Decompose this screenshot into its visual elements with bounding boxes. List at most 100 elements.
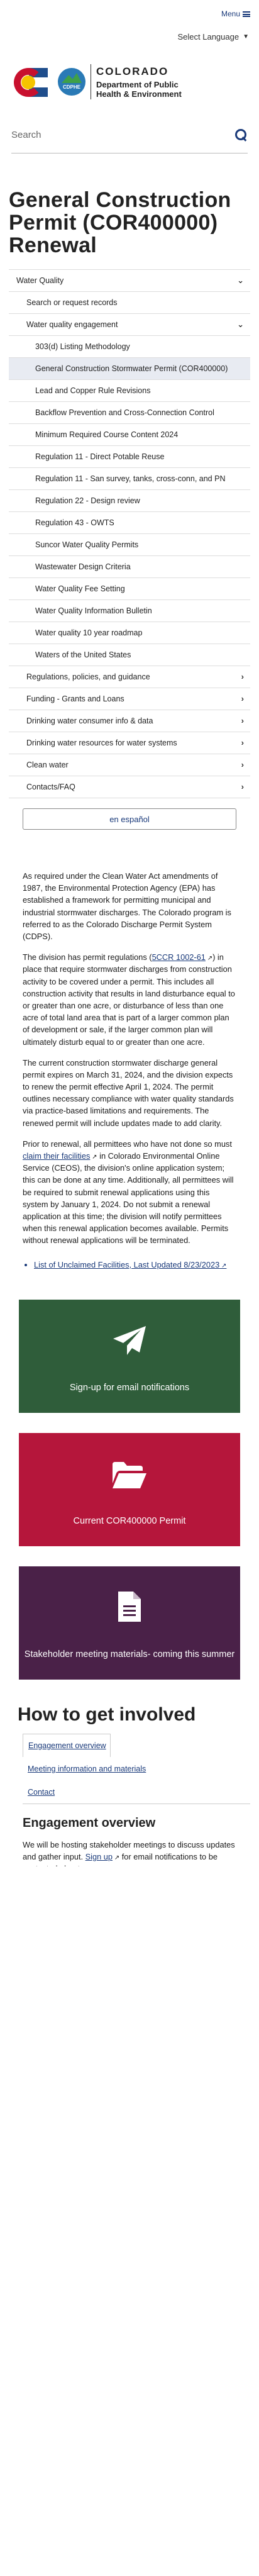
chevron-down-icon: ⌄ [237,319,244,329]
nav-item[interactable]: Contacts/FAQ › [9,776,250,799]
claim-facilities-link[interactable]: claim their facilities [23,1151,90,1161]
sign-up-link[interactable]: Sign up [85,1852,113,1861]
cdphe-badge-icon: CDPHE [58,68,85,96]
nav-item[interactable]: Minimum Required Course Content 2024 [9,424,250,447]
nav-item[interactable]: Lead and Copper Rule Revisions [9,380,250,403]
paragraph-current-permit: The current construction stormwater disc… [23,1057,234,1128]
nav-item-label: Water quality engagement [26,320,118,329]
folder-open-icon [111,1461,148,1494]
search-icon[interactable] [235,128,248,142]
list-item[interactable]: List of Unclaimed Facilities, Last Updat… [34,1259,236,1271]
external-link-icon: ↗ [205,955,213,962]
nav-item[interactable]: Clean water › [9,754,250,777]
nav-item-label: Regulation 11 - Direct Potable Reuse [35,452,165,461]
how-to-get-involved-heading: How to get involved [18,1704,196,1726]
nav-item-label: Water Quality Information Bulletin [35,606,152,615]
menu-label: Menu [221,9,240,18]
nav-item-label: Contacts/FAQ [26,782,75,791]
chevron-right-icon: › [241,671,244,681]
stakeholder-materials-card[interactable]: Stakeholder meeting materials- coming th… [19,1566,240,1680]
chevron-right-icon: › [241,759,244,769]
nav-item[interactable]: Regulations, policies, and guidance › [9,666,250,689]
nav-item[interactable]: Drinking water resources for water syste… [9,732,250,755]
external-link-icon: ↗ [219,1262,227,1269]
nav-item[interactable]: Regulation 11 - San survey, tanks, cross… [9,468,250,491]
section-navigation: Water Quality ⌄ Search or request records W… [9,269,250,799]
nav-item[interactable]: Suncor Water Quality Permits [9,534,250,557]
nav-item[interactable]: Drinking water consumer info & data › [9,710,250,733]
logo-dept-line2: Health & Environment [96,89,182,99]
current-permit-card[interactable]: Current COR400000 Permit [19,1433,240,1547]
external-link-icon: ↗ [90,1154,97,1161]
document-icon [117,1590,142,1627]
nav-item[interactable]: General Construction Stormwater Permit (… [9,358,250,381]
search-input[interactable] [11,130,200,140]
resource-list: List of Unclaimed Facilities, Last Updat… [0,1256,259,1271]
nav-item[interactable]: Backflow Prevention and Cross-Connection… [9,402,250,425]
logo-text: COLORADO Department of Public Health & E… [91,64,182,99]
action-cards: Sign-up for email notifications Current … [0,1271,259,1680]
nav-item-label: General Construction Stormwater Permit (… [35,364,228,373]
page-title: General Construction Permit (COR400000) … [9,188,231,258]
nav-item-label: Lead and Copper Rule Revisions [35,386,151,395]
email-signup-card[interactable]: Sign-up for email notifications [19,1300,240,1413]
paragraph-renewal: Prior to renewal, all permittees who hav… [23,1139,234,1246]
nav-item[interactable]: Regulation 11 - Direct Potable Reuse [9,446,250,469]
nav-item[interactable]: Regulation 43 - OWTS [9,512,250,535]
menu-button[interactable]: Menu [221,9,250,20]
nav-item[interactable]: Wastewater Design Criteria [9,556,250,579]
nav-item[interactable]: 303(d) Listing Methodology [9,336,250,359]
nav-item[interactable]: Water Quality Information Bulletin [9,600,250,623]
nav-item-label: Backflow Prevention and Cross-Connection… [35,408,214,417]
nav-item-label: Wastewater Design Criteria [35,562,131,571]
nav-item-label: Water quality 10 year roadmap [35,628,143,637]
chevron-down-icon: ▼ [243,33,249,40]
card-label: Current COR400000 Permit [73,1515,186,1526]
engagement-tabs: Engagement overview Meeting information … [0,1734,259,1804]
colorado-flag-logo-icon [14,64,53,99]
nav-item-label: 303(d) Listing Methodology [35,342,130,351]
nav-item[interactable]: Funding - Grants and Loans › [9,688,250,711]
5ccr-link[interactable]: 5CCR 1002-61 [152,952,206,962]
espanol-button[interactable]: en español [23,808,236,830]
paragraph-intro: As required under the Clean Water Act am… [23,871,231,942]
nav-item[interactable]: Water Quality ⌄ [9,270,250,293]
nav-item[interactable]: Regulation 22 - Design review [9,490,250,513]
nav-item-label: Minimum Required Course Content 2024 [35,430,179,439]
nav-item-label: Regulation 43 - OWTS [35,518,114,527]
nav-item-label: Water Quality Fee Setting [35,584,125,593]
nav-item-label: Regulations, policies, and guidance [26,672,150,681]
nav-item-label: Waters of the United States [35,650,131,659]
card-label: Stakeholder meeting materials- coming th… [24,1649,235,1659]
chevron-right-icon: › [241,693,244,703]
chevron-right-icon: › [241,737,244,747]
tab-engagement-overview[interactable]: Engagement overview [23,1734,111,1758]
paper-plane-icon [112,1325,147,1361]
nav-item-label: Clean water [26,760,69,769]
nav-item[interactable]: Waters of the United States [9,644,250,667]
search-bar [11,117,248,153]
language-selector[interactable]: Select Language ▼ [0,28,259,47]
nav-item-label: Suncor Water Quality Permits [35,540,139,549]
nav-item-label: Regulation 11 - San survey, tanks, cross… [35,474,226,483]
logo-state: COLORADO [96,65,169,78]
nav-item-label: Drinking water resources for water syste… [26,738,177,747]
nav-item-label: Search or request records [26,298,118,307]
nav-item[interactable]: Search or request records [9,292,250,315]
nav-item-label: Regulation 22 - Design review [35,496,140,505]
nav-item[interactable]: Water Quality Fee Setting [9,578,250,601]
tab-contact[interactable]: Contact [23,1780,259,1804]
engagement-overview-text: We will be hosting stakeholder meetings … [23,1840,235,1866]
nav-item[interactable]: Water quality engagement ⌄ [9,314,250,337]
nav-item-label: Water Quality [16,276,64,285]
chevron-right-icon: › [241,715,244,725]
paragraph-regulations: The division has permit regulations (5CC… [23,952,235,1047]
chevron-down-icon: ⌄ [237,275,244,285]
card-label: Sign-up for email notifications [69,1382,190,1393]
nav-item-label: Funding - Grants and Loans [26,694,124,703]
language-label: Select Language [177,31,240,42]
site-logo[interactable]: CDPHE COLORADO Department of Public Heal… [0,47,259,117]
external-link-icon: ↗ [113,1854,120,1862]
nav-item[interactable]: Water quality 10 year roadmap [9,622,250,645]
tab-meeting-information[interactable]: Meeting information and materials [23,1757,259,1780]
